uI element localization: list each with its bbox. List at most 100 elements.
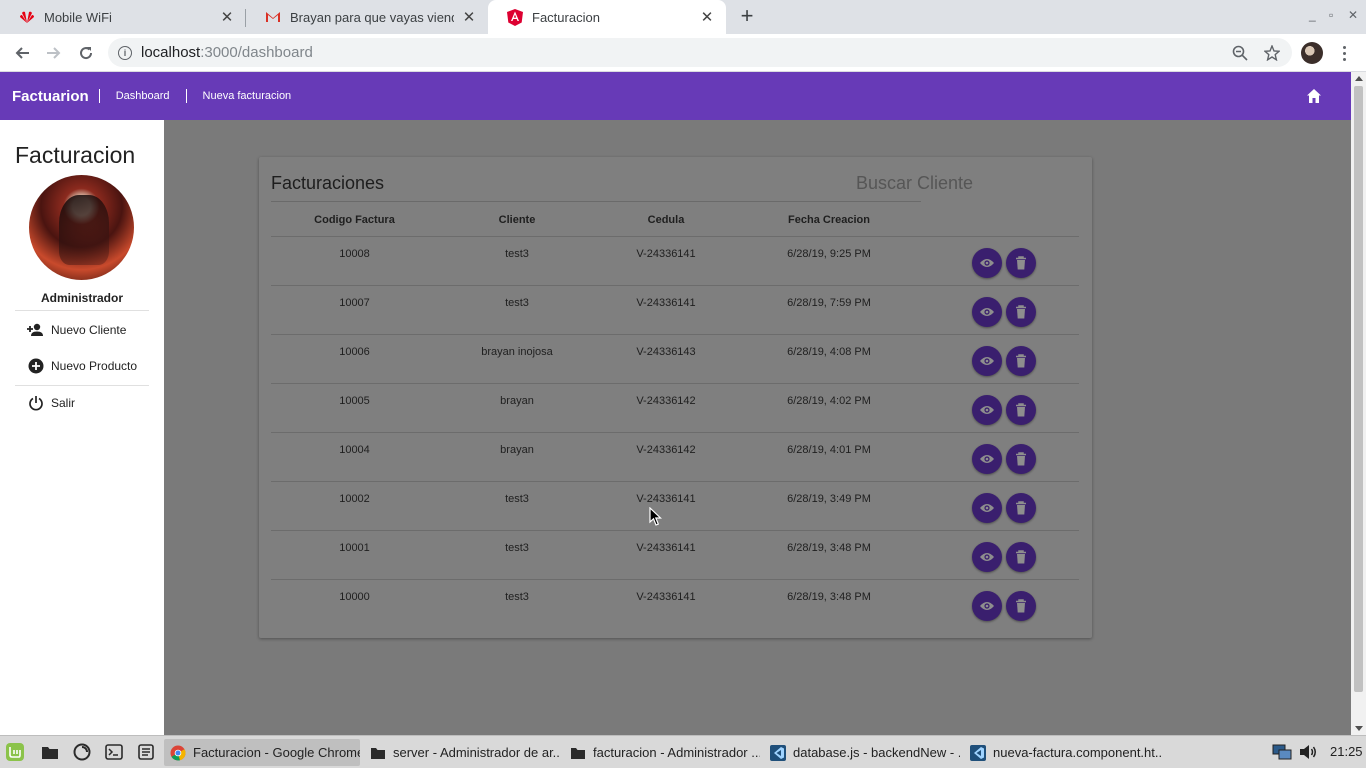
maximize-icon[interactable]: ▫: [1329, 8, 1333, 22]
cell-fecha: 6/28/19, 9:25 PM: [736, 236, 922, 286]
power-icon: [27, 395, 44, 412]
view-button[interactable]: [971, 443, 1002, 474]
scroll-up-icon[interactable]: [1355, 76, 1363, 81]
taskbar-task-chrome[interactable]: Facturacion - Google Chrome: [164, 739, 360, 766]
task-label: server - Administrador de ar...: [393, 745, 560, 760]
delete-button[interactable]: [1006, 492, 1037, 523]
view-button[interactable]: [971, 492, 1002, 523]
close-tab-icon[interactable]: ✕: [218, 8, 236, 26]
folder-icon: [370, 745, 386, 761]
cell-cliente: test3: [438, 481, 596, 531]
close-window-icon[interactable]: ✕: [1348, 8, 1358, 22]
tab-title: Brayan para que vayas viendo: [290, 9, 454, 25]
cell-fecha: 6/28/19, 3:48 PM: [787, 590, 871, 603]
brand-title[interactable]: Factuarion: [12, 88, 89, 105]
scrollbar-thumb[interactable]: [1354, 86, 1363, 692]
view-button[interactable]: [971, 345, 1002, 376]
search-client-input[interactable]: Buscar Cliente: [856, 173, 973, 194]
cell-cedula: V-24336142: [596, 383, 736, 433]
home-icon[interactable]: [1306, 88, 1322, 104]
cell-fecha: 6/28/19, 4:02 PM: [736, 383, 922, 433]
firefox-icon[interactable]: [72, 742, 92, 762]
cell-cliente: test3: [438, 285, 596, 335]
angular-logo-icon: [506, 8, 524, 26]
delete-button[interactable]: [1006, 345, 1037, 376]
trash-icon: [1016, 304, 1027, 318]
card-title: Facturaciones: [271, 173, 385, 193]
page-scrollbar[interactable]: [1351, 72, 1366, 735]
view-button[interactable]: [971, 541, 1002, 572]
arrow-right-icon: [47, 47, 61, 59]
browser-tab-mobile-wifi[interactable]: Mobile WiFi ✕: [0, 0, 246, 34]
delete-button[interactable]: [1006, 590, 1037, 621]
sidebar-item-nuevo-cliente[interactable]: Nuevo Cliente: [27, 319, 126, 341]
table-header-row: Codigo Factura Cliente Cedula Fecha Crea…: [271, 204, 1079, 237]
sidebar-item-nuevo-producto[interactable]: Nuevo Producto: [27, 355, 137, 377]
browser-menu-icon[interactable]: [1336, 42, 1352, 64]
trash-icon: [1016, 353, 1027, 367]
nav-link-dashboard[interactable]: Dashboard: [116, 90, 170, 102]
sidebar-item-label: Salir: [51, 396, 76, 410]
text-editor-icon[interactable]: [136, 742, 156, 762]
view-button[interactable]: [971, 296, 1002, 327]
url-path: :3000/dashboard: [200, 44, 313, 61]
cell-codigo: 10001: [271, 530, 438, 580]
folder-icon[interactable]: [40, 742, 60, 762]
taskbar-task-database[interactable]: database.js - backendNew - ...: [764, 739, 960, 766]
zoom-icon[interactable]: [1231, 44, 1249, 62]
network-icon[interactable]: [1272, 742, 1292, 762]
delete-button[interactable]: [1006, 247, 1037, 278]
trash-icon: [1016, 549, 1027, 563]
cell-cedula: V-24336141: [596, 530, 736, 580]
view-button[interactable]: [971, 590, 1002, 621]
browser-tab-gmail[interactable]: Brayan para que vayas viendo ✕: [246, 0, 488, 34]
profile-avatar[interactable]: [1301, 42, 1323, 64]
sidebar-item-salir[interactable]: Salir: [27, 392, 75, 414]
browser-tab-facturacion[interactable]: Facturacion ✕: [488, 0, 726, 34]
invoices-table: Codigo Factura Cliente Cedula Fecha Crea…: [271, 204, 1079, 628]
eye-icon: [979, 307, 994, 316]
terminal-icon[interactable]: [104, 742, 124, 762]
taskbar-task-nueva-factura[interactable]: nueva-factura.component.ht...: [964, 739, 1162, 766]
delete-button[interactable]: [1006, 296, 1037, 327]
table-row: 10008 test3 V-24336141 6/28/19, 9:25 PM: [271, 236, 1079, 286]
nav-link-nueva-facturacion[interactable]: Nueva facturacion: [203, 90, 292, 102]
sidebar-item-label: Nuevo Producto: [51, 359, 138, 373]
info-icon[interactable]: i: [118, 45, 132, 60]
back-button[interactable]: [10, 41, 34, 65]
reload-button[interactable]: [74, 41, 98, 65]
vscode-icon: [770, 744, 786, 761]
column-header: Cedula: [596, 204, 736, 237]
task-label: Facturacion - Google Chrome: [193, 745, 360, 760]
row-actions: [922, 285, 1079, 335]
close-tab-icon[interactable]: ✕: [460, 8, 478, 26]
view-button[interactable]: [971, 247, 1002, 278]
browser-toolbar: i localhost:3000/dashboard: [0, 34, 1366, 72]
delete-button[interactable]: [1006, 443, 1037, 474]
new-tab-button[interactable]: +: [736, 5, 758, 28]
close-tab-icon[interactable]: ✕: [698, 8, 716, 26]
volume-icon[interactable]: [1298, 742, 1318, 762]
tab-title: Mobile WiFi: [44, 9, 112, 25]
mint-menu-icon[interactable]: [5, 742, 25, 762]
row-actions: [922, 334, 1079, 384]
delete-button[interactable]: [1006, 541, 1037, 572]
scroll-down-icon[interactable]: [1355, 726, 1363, 731]
address-bar[interactable]: i localhost:3000/dashboard: [108, 38, 1292, 67]
delete-button[interactable]: [1006, 394, 1037, 425]
cell-codigo: 10002: [271, 481, 438, 531]
table-row: 10005 brayan V-24336142 6/28/19, 4:02 PM: [271, 383, 1079, 433]
row-actions: [922, 579, 1079, 628]
vscode-icon: [970, 744, 986, 761]
forward-button[interactable]: [42, 41, 66, 65]
cell-fecha: 6/28/19, 7:59 PM: [736, 285, 922, 335]
taskbar-task-facturacion[interactable]: facturacion - Administrador ...: [564, 739, 760, 766]
taskbar-task-server[interactable]: server - Administrador de ar...: [364, 739, 560, 766]
view-button[interactable]: [971, 394, 1002, 425]
bookmark-star-icon[interactable]: [1263, 44, 1281, 62]
eye-icon: [979, 552, 994, 561]
trash-icon: [1016, 500, 1027, 514]
minimize-icon[interactable]: _: [1309, 8, 1316, 22]
trash-icon: [1016, 255, 1027, 269]
row-actions: [922, 383, 1079, 433]
